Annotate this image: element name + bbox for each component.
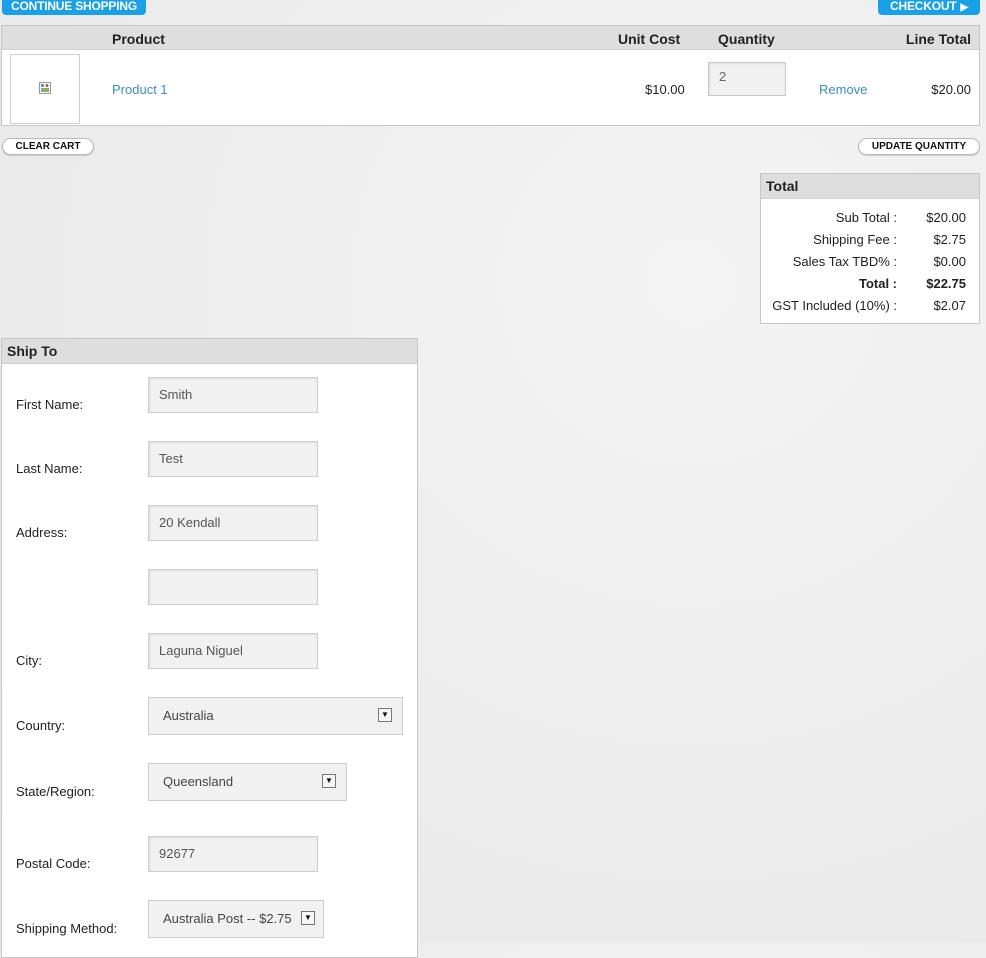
state-selected-value: Queensland [163,774,234,789]
shipping-fee-label: Shipping Fee : [813,232,897,247]
ship-to-title: Ship To [2,339,417,364]
checkout-label: CHECKOUT [890,0,957,13]
checkout-button[interactable]: CHECKOUT ▶ [878,0,980,15]
grand-total-value: $22.75 [926,276,966,291]
header-product: Product [112,31,165,47]
header-line-total: Line Total [905,31,971,47]
shipping-fee-value: $2.75 [933,232,966,247]
state-label: State/Region: [16,784,95,799]
sales-tax-row: Sales Tax TBD% : $0.00 [761,254,979,276]
subtotal-row: Sub Total : $20.00 [761,210,979,232]
sales-tax-label: Sales Tax TBD% : [792,254,897,269]
ship-to-panel: Ship To First Name: Smith Last Name: Tes… [1,338,418,958]
shipping-method-label: Shipping Method: [16,921,118,936]
gst-row: GST Included (10%) : $2.07 [761,298,979,320]
play-arrow-icon: ▶ [960,2,968,13]
shipping-fee-row: Shipping Fee : $2.75 [761,232,979,254]
line-total-value: $20.00 [931,82,971,97]
grand-total-row: Total : $22.75 [761,276,979,298]
country-select[interactable]: Australia ▼ [148,697,403,735]
first-name-field[interactable]: Smith [148,377,318,413]
header-quantity: Quantity [718,31,775,47]
sales-tax-value: $0.00 [933,254,966,269]
country-selected-value: Australia [163,708,214,723]
shipping-method-select[interactable]: Australia Post -- $2.75 ▼ [148,900,324,938]
update-quantity-button[interactable]: UPDATE QUANTITY [858,138,980,155]
chevron-down-icon[interactable]: ▼ [301,911,315,925]
chevron-down-icon[interactable]: ▼ [322,774,336,788]
shipping-method-selected-value: Australia Post -- $2.75 [163,911,292,926]
address-label: Address: [16,525,68,540]
last-name-label: Last Name: [16,461,83,476]
clear-cart-button[interactable]: CLEAR CART [2,138,94,155]
quantity-input[interactable]: 2 [708,62,786,96]
state-select[interactable]: Queensland ▼ [148,763,347,801]
subtotal-label: Sub Total : [835,210,897,225]
first-name-label: First Name: [16,397,84,412]
gst-label: GST Included (10%) : [772,298,897,313]
last-name-field[interactable]: Test [148,441,318,477]
city-field[interactable]: Laguna Niguel [148,633,318,669]
gst-value: $2.07 [933,298,966,313]
grand-total-label: Total : [858,276,897,291]
subtotal-value: $20.00 [926,210,966,225]
header-unit-cost: Unit Cost [618,31,681,47]
address-line2-field[interactable] [148,569,318,605]
product-thumbnail[interactable] [10,54,80,124]
unit-cost-value: $10.00 [645,82,685,97]
postal-code-field[interactable]: 92677 [148,836,318,872]
city-label: City: [16,653,42,668]
cart-table: Product Unit Cost Quantity Line Total Pr… [1,25,980,126]
continue-shopping-label: CONTINUE SHOPPING [11,0,137,13]
chevron-down-icon[interactable]: ▼ [378,708,392,722]
product-link[interactable]: Product 1 [112,82,168,97]
broken-image-icon [39,82,51,94]
continue-shopping-button[interactable]: CONTINUE SHOPPING [2,0,146,15]
address-line1-field[interactable]: 20 Kendall [148,505,318,541]
remove-link[interactable]: Remove [819,82,867,97]
country-label: Country: [16,718,66,733]
totals-title: Total [761,174,979,199]
cart-table-header: Product Unit Cost Quantity Line Total [2,26,979,50]
postal-code-label: Postal Code: [16,856,91,871]
totals-panel: Total Sub Total : $20.00 Shipping Fee : … [760,173,980,324]
